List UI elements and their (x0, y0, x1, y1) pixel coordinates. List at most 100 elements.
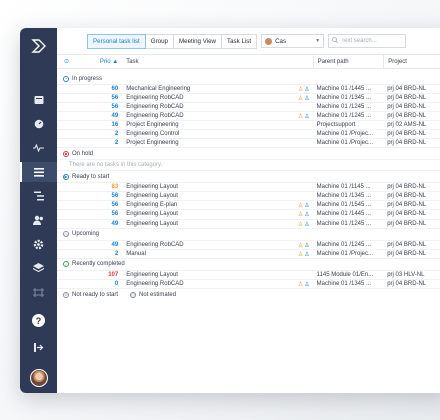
group-upcoming[interactable]: ◷ Upcoming (57, 229, 440, 241)
row-parent-path: Machine 01 /1245 ... (316, 241, 372, 248)
tab-task-list[interactable]: Task List (222, 33, 258, 49)
row-task[interactable]: Engineering Layout ♙♙ (124, 211, 312, 218)
user-select[interactable]: Cas ▼ (261, 34, 325, 48)
footer: ⊘ Not ready to start ◷ Not estimated (57, 289, 440, 301)
row-task[interactable]: Engineering Control (124, 131, 312, 137)
row-priority: 2 (114, 140, 119, 147)
filter-not-ready[interactable]: Not ready to start (72, 292, 118, 298)
user-select-value: Cas (275, 37, 287, 45)
row-priority: 83 (111, 184, 119, 191)
row-task-label: Engineering Layout (126, 193, 178, 200)
assignees-icon[interactable]: ♙♙ (298, 211, 311, 218)
group-label: On hold (72, 150, 94, 157)
table-row[interactable]: 2 Engineering Control Machine 01 /Projec..… (57, 130, 440, 140)
row-task[interactable]: Engineering E-plan ♙♙ (124, 202, 312, 209)
table-row[interactable]: 56 Engineering RobCAD ♙♙ Machine 01 /1345 .… (57, 94, 440, 104)
gauge-icon[interactable] (20, 114, 57, 134)
rows-in-progress: 60 Mechanical Engineering ♙♙ Machine 01 /14… (57, 85, 440, 149)
row-project: prj 04 BRD-NL (387, 241, 427, 248)
table-row[interactable]: 56 Engineering E-plan ♙♙ Machine 01 /1545 .… (57, 201, 440, 211)
table-row[interactable]: 107 Engineering Layout 1145 Module 01/En..… (57, 271, 440, 280)
table-row[interactable]: 49 Engineering RobCAD ♙♙ Machine 01 /1245 .… (57, 112, 440, 122)
settings-icon[interactable] (20, 234, 57, 254)
assignees-icon[interactable]: ♙♙ (298, 281, 311, 288)
assignees-icon[interactable]: ♙♙ (298, 221, 311, 228)
search-box[interactable] (328, 34, 407, 48)
row-project: prj 04 BRD-NL (387, 104, 427, 111)
tab-personal-task-list[interactable]: Personal task list (87, 33, 146, 49)
row-parent-path: 1145 Module 01/En... (316, 271, 374, 278)
group-ready-to-start[interactable]: ▶ Ready to start (57, 171, 440, 184)
row-task[interactable]: Engineering RobCAD ♙♙ (124, 281, 312, 288)
upcoming-icon: ◷ (63, 231, 69, 238)
table-row[interactable]: 56 Engineering Layout ♙♙ Machine 01 /1445 .… (57, 210, 440, 220)
column-task[interactable]: Task (124, 59, 312, 65)
table-row[interactable]: 56 Engineering RobCAD Machine 01 /1245 ...… (57, 103, 440, 113)
assignees-icon[interactable]: ♙♙ (298, 202, 311, 209)
table-row[interactable]: 0 Engineering RobCAD ♙♙ Machine 01 /1345 ..… (57, 280, 440, 289)
main-content: Personal task list Group Meeting View Ta… (57, 28, 440, 393)
hierarchy-icon[interactable] (20, 186, 57, 206)
table-row[interactable]: 2 Project Engineering Machine 01 /Projec..… (57, 139, 440, 149)
column-parent-path[interactable]: Parent path (312, 55, 384, 68)
row-project: prj 04 BRD-NL (387, 280, 427, 287)
rows-recently-completed: 107 Engineering Layout 1145 Module 01/En..… (57, 271, 440, 289)
row-task[interactable]: Engineering RobCAD ♙♙ (124, 95, 312, 102)
row-parent-path: Machine 01 /1445 ... (316, 211, 372, 218)
table-row[interactable]: 56 Engineering Layout Machine 01 /1345 ...… (57, 192, 440, 202)
row-project: prj 04 BRD-NL (387, 184, 427, 191)
group-label: Upcoming (72, 231, 100, 238)
row-parent-path: Machine 01 /Projec... (316, 250, 374, 257)
table-row[interactable]: 83 Engineering Layout Machine 01 /1145 ...… (57, 183, 440, 193)
group-recently-completed[interactable]: ✓ Recently completed (57, 259, 440, 271)
assignees-icon[interactable]: ♙♙ (298, 86, 311, 93)
completed-icon: ✓ (63, 261, 69, 268)
row-task[interactable]: Engineering Layout (124, 272, 312, 278)
app-window: ? Personal task list Group Meeting View … (20, 28, 440, 393)
row-task-label: Engineering E-plan (126, 202, 178, 209)
row-task[interactable]: Manual ♙♙ (124, 251, 312, 258)
row-task[interactable]: Engineering Layout (124, 193, 312, 199)
row-project: prj 04 BRD-NL (387, 95, 427, 102)
table-row[interactable]: 16 Project Engineering Projectsupport prj 0… (57, 121, 440, 131)
app-logo-icon[interactable] (29, 36, 49, 56)
resources-icon[interactable] (20, 282, 57, 302)
logout-icon[interactable] (20, 337, 57, 357)
row-task[interactable]: Engineering RobCAD ♙♙ (124, 113, 312, 120)
layers-icon[interactable] (20, 258, 57, 278)
row-task-label: Engineering Layout (126, 271, 178, 278)
tab-meeting-view[interactable]: Meeting View (173, 33, 223, 49)
column-project[interactable]: Project (383, 55, 440, 68)
row-task[interactable]: Mechanical Engineering ♙♙ (124, 86, 312, 93)
column-settings-icon[interactable]: ⊙ (57, 58, 86, 65)
row-task[interactable]: Engineering Layout ♙♙ (124, 221, 312, 228)
avatar[interactable] (29, 369, 48, 387)
row-project: prj 02 AMS-NL (387, 122, 427, 129)
row-priority: 2 (114, 131, 119, 138)
table-row[interactable]: 49 Engineering Layout ♙♙ Machine 01 /1245 .… (57, 220, 440, 229)
row-task[interactable]: Project Engineering (124, 122, 312, 128)
assignees-icon[interactable]: ♙♙ (298, 242, 311, 249)
row-parent-path: Machine 01 /1345 ... (316, 95, 372, 102)
row-task[interactable]: Engineering Layout (124, 184, 312, 190)
activity-icon[interactable] (20, 138, 57, 158)
assignees-icon[interactable]: ♙♙ (298, 95, 311, 102)
list-icon[interactable] (20, 162, 57, 182)
users-icon[interactable] (20, 210, 57, 230)
table-row[interactable]: 2 Manual ♙♙ Machine 01 /Projec... prj 04 BRD… (57, 250, 440, 259)
row-task[interactable]: Engineering RobCAD ♙♙ (124, 242, 312, 249)
row-task[interactable]: Engineering RobCAD (124, 104, 312, 110)
tab-group[interactable]: Group (145, 33, 174, 49)
filter-not-estimated[interactable]: Not estimated (139, 292, 176, 298)
column-prio[interactable]: Prio ▲ (86, 59, 124, 65)
help-icon[interactable]: ? (32, 314, 45, 327)
table-row[interactable]: 60 Mechanical Engineering ♙♙ Machine 01 /14… (57, 85, 440, 95)
assignees-icon[interactable]: ♙♙ (298, 113, 311, 120)
group-on-hold[interactable]: ■ On hold (57, 148, 440, 161)
dashboard-icon[interactable] (20, 90, 57, 110)
group-in-progress[interactable]: ◔ In progress (57, 73, 440, 85)
row-task[interactable]: Project Engineering (124, 140, 312, 146)
assignees-icon[interactable]: ♙♙ (298, 251, 311, 258)
search-input[interactable] (341, 38, 406, 44)
table-row[interactable]: 49 Engineering RobCAD ♙♙ Machine 01 /1245 .… (57, 241, 440, 250)
